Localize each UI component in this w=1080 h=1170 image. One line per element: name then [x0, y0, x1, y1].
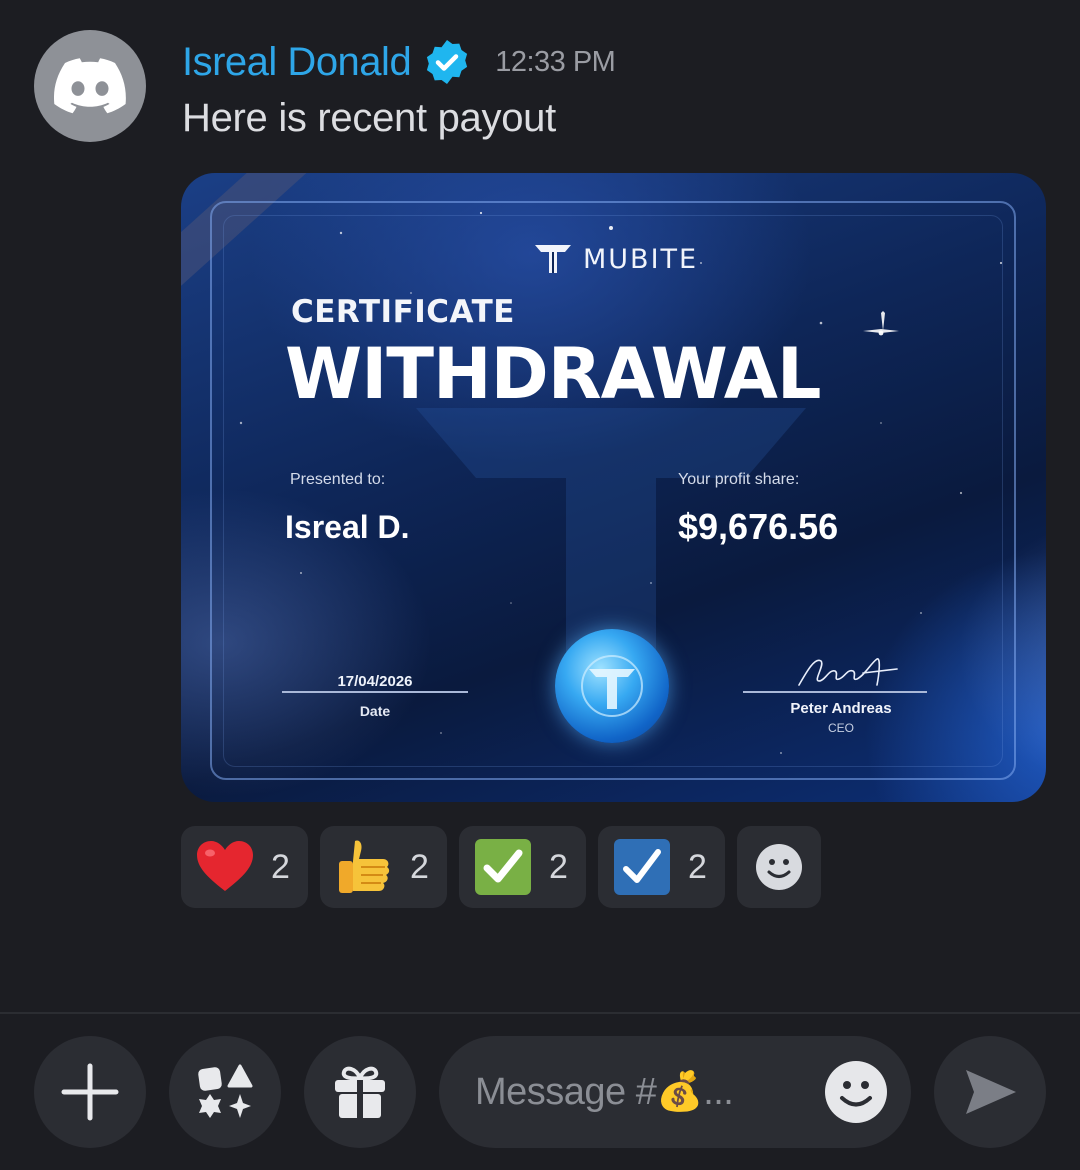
add-attachment-button[interactable] [34, 1036, 146, 1148]
heart-icon [197, 839, 253, 895]
add-reaction-button[interactable] [737, 826, 821, 908]
smiley-icon [756, 844, 802, 890]
certificate-subtitle: CERTIFICATE [291, 294, 515, 330]
certificate-title: WITHDRAWAL [285, 333, 821, 415]
apps-button[interactable] [169, 1036, 281, 1148]
certificate-image[interactable]: MUBITE CERTIFICATE WITHDRAWAL Presented … [181, 173, 1046, 802]
send-button[interactable] [934, 1036, 1046, 1148]
reaction-thumbs-up[interactable]: 2 [320, 826, 447, 908]
reaction-count: 2 [688, 847, 707, 886]
signature-mark [798, 658, 898, 686]
profit-amount: $9,676.56 [678, 506, 839, 547]
blue-check-icon [614, 839, 670, 895]
brand-name: MUBITE [583, 243, 699, 275]
message-text: Here is recent payout [182, 96, 556, 140]
reaction-bar: 2 2 2 2 [181, 826, 821, 908]
message-timestamp: 12:33 PM [495, 45, 616, 78]
brand-logo: MUBITE [535, 243, 698, 275]
message-header: Isreal Donald 12:33 PM [182, 34, 616, 90]
reaction-count: 2 [549, 847, 568, 886]
signer-name: Peter Andreas [790, 700, 892, 717]
reaction-heart[interactable]: 2 [181, 826, 308, 908]
gift-button[interactable] [304, 1036, 416, 1148]
mubite-logo-icon [535, 245, 571, 273]
plus-icon [61, 1063, 119, 1121]
message-placeholder: Message #💰... [475, 1071, 734, 1113]
signature-line [743, 691, 927, 693]
date-label: Date [359, 703, 391, 719]
reaction-count: 2 [271, 847, 290, 886]
date-line [282, 691, 468, 693]
reaction-green-check[interactable]: 2 [459, 826, 586, 908]
user-avatar[interactable] [34, 30, 146, 142]
date-value: 17/04/2026 [337, 673, 413, 690]
chat-message: Isreal Donald 12:33 PM Here is recent pa… [0, 0, 1080, 1012]
verified-badge-icon [423, 38, 471, 86]
apps-icon [198, 1064, 253, 1118]
green-check-icon [475, 839, 531, 895]
seal-emblem-icon [555, 629, 669, 743]
recipient-name: Isreal D. [285, 509, 410, 545]
thumbs-up-icon [336, 839, 392, 895]
presented-label: Presented to: [290, 471, 386, 488]
emoji-picker-icon[interactable] [824, 1060, 888, 1124]
discord-logo-icon [54, 58, 126, 114]
reaction-blue-check[interactable]: 2 [598, 826, 725, 908]
send-icon [966, 1070, 1016, 1114]
profit-label: Your profit share: [678, 471, 800, 488]
gift-icon [335, 1066, 385, 1118]
reaction-count: 2 [410, 847, 429, 886]
signer-role: CEO [827, 721, 854, 735]
author-name[interactable]: Isreal Donald [182, 40, 412, 85]
